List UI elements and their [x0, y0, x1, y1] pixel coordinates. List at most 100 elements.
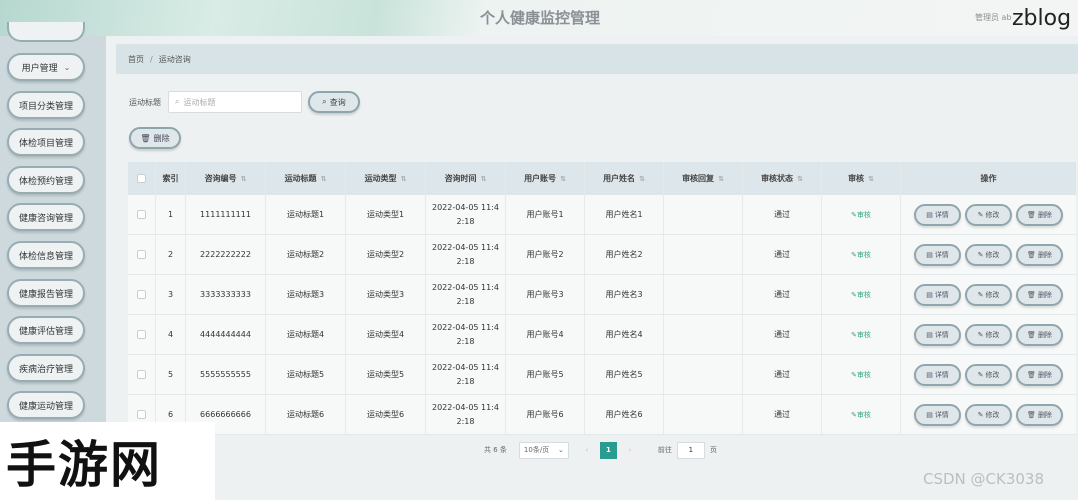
prev-page-button[interactable]: ‹: [578, 442, 595, 458]
detail-button[interactable]: ▤ 详情: [914, 323, 961, 346]
cell-audit: ✎ 审核: [822, 315, 901, 354]
audit-link[interactable]: 审核: [857, 328, 871, 342]
cell-title: 运动标题5: [266, 355, 346, 394]
app-title: 个人健康监控管理: [480, 9, 601, 27]
header-status[interactable]: 审核状态 ⇅: [743, 162, 822, 195]
sidebar-item-label: 疾病治疗管理: [18, 364, 73, 375]
delete-button[interactable]: 🗑 删除: [1016, 323, 1063, 346]
time-value: 2022-04-05 11:4 2:18: [432, 282, 499, 306]
sidebar-item-health-exercise[interactable]: 健康运动管理: [7, 391, 85, 419]
edit-button[interactable]: ✎ 修改: [965, 403, 1012, 426]
edit-button[interactable]: ✎ 修改: [965, 203, 1012, 226]
account-value: 用户账号6: [526, 409, 564, 419]
header-name[interactable]: 用户姓名 ⇅: [585, 162, 664, 195]
query-button[interactable]: ⌕ 查询: [308, 91, 360, 113]
delete-button[interactable]: 🗑 删除: [1016, 243, 1063, 266]
sort-icon: ⇅: [868, 174, 874, 183]
delete-button[interactable]: 🗑 删除: [1016, 203, 1063, 226]
edit-button[interactable]: ✎ 修改: [965, 323, 1012, 346]
cell-name: 用户姓名1: [585, 195, 664, 234]
cell-type: 运动类型2: [346, 235, 426, 274]
sidebar-item-health-consult[interactable]: 健康咨询管理: [7, 203, 85, 231]
current-page-button[interactable]: 1: [599, 441, 617, 459]
sidebar-item-exam-appointment[interactable]: 体检预约管理: [7, 166, 85, 194]
detail-button[interactable]: ▤ 详情: [914, 403, 961, 426]
cell-reply: [664, 315, 743, 354]
delete-button[interactable]: 🗑 删除: [1016, 363, 1063, 386]
header-time[interactable]: 咨询时间 ⇅: [426, 162, 506, 195]
audit-link[interactable]: 审核: [857, 368, 871, 382]
edit-button[interactable]: ✎ 修改: [965, 363, 1012, 386]
cell-type: 运动类型4: [346, 315, 426, 354]
cell-code: 3333333333: [186, 275, 266, 314]
row-checkbox[interactable]: [137, 250, 146, 259]
audit-link[interactable]: 审核: [857, 288, 871, 302]
type-value: 运动类型6: [366, 409, 405, 419]
sidebar-item-exam-project[interactable]: 体检项目管理: [7, 128, 85, 156]
cell-title: 运动标题1: [266, 195, 346, 234]
index-value: 5: [167, 369, 174, 379]
audit-link[interactable]: 审核: [857, 408, 871, 422]
edit-icon: ✎: [977, 210, 984, 219]
edit-button[interactable]: ✎ 修改: [965, 283, 1012, 306]
cell-actions: ▤ 详情 ✎ 修改 🗑 删除: [901, 315, 1076, 354]
sidebar-item-user-management[interactable]: 用户管理 ⌄: [7, 53, 85, 81]
header-reply[interactable]: 审核回复 ⇅: [664, 162, 743, 195]
header-account[interactable]: 用户账号 ⇅: [506, 162, 585, 195]
title-value: 运动标题6: [286, 409, 325, 419]
cell-name: 用户姓名4: [585, 315, 664, 354]
table-row: 4 4444444444 运动标题4 运动类型4 2022-04-05 11:4 2:1…: [128, 315, 1076, 355]
trash-icon: 🗑: [1027, 410, 1036, 419]
search-input[interactable]: ⌕ 运动标题: [168, 91, 302, 113]
edit-button[interactable]: ✎ 修改: [965, 243, 1012, 266]
row-checkbox[interactable]: [137, 370, 146, 379]
delete-button[interactable]: 🗑 删除: [1016, 403, 1063, 426]
header-audit[interactable]: 审核 ⇅: [822, 162, 901, 195]
row-select-cell: [128, 235, 156, 274]
detail-button[interactable]: ▤ 详情: [914, 283, 961, 306]
sidebar-item-project-category[interactable]: 项目分类管理: [7, 91, 85, 119]
sidebar-item-exam-info[interactable]: 体检信息管理: [7, 241, 85, 269]
sidebar-item-health-report[interactable]: 健康报告管理: [7, 279, 85, 307]
search-placeholder: 运动标题: [183, 97, 216, 107]
sidebar-item-health-assessment[interactable]: 健康评估管理: [7, 316, 85, 344]
header-title[interactable]: 运动标题 ⇅: [266, 162, 346, 195]
cell-time: 2022-04-05 11:4 2:18: [426, 275, 506, 314]
sidebar-item-partial[interactable]: [7, 22, 85, 42]
next-page-button[interactable]: ›: [621, 442, 638, 458]
account-value: 用户账号5: [526, 369, 564, 379]
type-value: 运动类型4: [366, 329, 405, 339]
pagination: 共 6 条 10条/页 ⌄ ‹ 1 › 前往 1 页: [484, 441, 717, 459]
sidebar-item-label: 健康咨询管理: [18, 213, 73, 224]
breadcrumb-home[interactable]: 首页: [128, 54, 144, 65]
row-checkbox[interactable]: [137, 210, 146, 219]
audit-link[interactable]: 审核: [857, 208, 871, 222]
row-checkbox[interactable]: [137, 410, 146, 419]
detail-button[interactable]: ▤ 详情: [914, 203, 961, 226]
select-all-checkbox[interactable]: [137, 174, 146, 183]
audit-link[interactable]: 审核: [857, 248, 871, 262]
top-header: 个人健康监控管理 管理员 ab zblog: [0, 0, 1078, 36]
delete-button[interactable]: 🗑 删除: [1016, 283, 1063, 306]
page-size-select[interactable]: 10条/页 ⌄: [518, 441, 569, 459]
select-all-cell: [128, 162, 156, 195]
goto-page-input[interactable]: 1: [676, 441, 705, 459]
row-checkbox[interactable]: [137, 290, 146, 299]
header-type[interactable]: 运动类型 ⇅: [346, 162, 426, 195]
detail-label: 详情: [934, 290, 949, 299]
cell-type: 运动类型5: [346, 355, 426, 394]
batch-delete-button[interactable]: 🗑 删除: [129, 127, 181, 149]
admin-label[interactable]: 管理员 ab: [975, 12, 1012, 23]
cell-name: 用户姓名5: [585, 355, 664, 394]
sidebar-item-disease-treatment[interactable]: 疾病治疗管理: [7, 354, 85, 382]
cell-audit: ✎ 审核: [822, 355, 901, 394]
cell-reply: [664, 355, 743, 394]
cell-index: 5: [156, 355, 186, 394]
detail-button[interactable]: ▤ 详情: [914, 363, 961, 386]
detail-button[interactable]: ▤ 详情: [914, 243, 961, 266]
header-code[interactable]: 咨询编号 ⇅: [186, 162, 266, 195]
status-value: 通过: [774, 369, 790, 379]
row-checkbox[interactable]: [137, 330, 146, 339]
cell-code: 4444444444: [186, 315, 266, 354]
table-row: 5 5555555555 运动标题5 运动类型5 2022-04-05 11:4 2:1…: [128, 355, 1076, 395]
